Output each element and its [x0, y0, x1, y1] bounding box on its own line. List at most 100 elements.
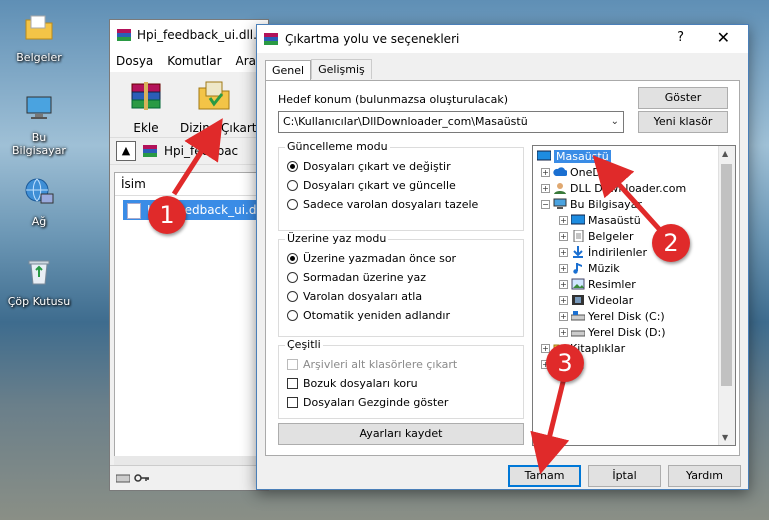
- radio-button[interactable]: [287, 272, 298, 283]
- winrar-titlebar[interactable]: Hpi_feedback_ui.dll...: [110, 20, 268, 50]
- winrar-toolbar: Ekle Dizine Çıkart: [110, 72, 268, 138]
- option-label: Bozuk dosyaları koru: [303, 377, 418, 390]
- drive-status-icon: [116, 474, 130, 483]
- menu-item-komutlar[interactable]: Komutlar: [167, 54, 221, 68]
- scrollbar-thumb[interactable]: [721, 164, 732, 386]
- radio-freshen-existing[interactable]: Sadece varolan dosyaları tazele: [287, 198, 478, 211]
- general-panel: Hedef konum (bulunmazsa oluşturulacak) C…: [265, 80, 740, 456]
- tree-item-drive-c[interactable]: + Yerel Disk (C:): [559, 308, 665, 324]
- add-button[interactable]: Ekle: [118, 76, 174, 135]
- help-button[interactable]: Yardım: [668, 465, 741, 487]
- tree-item-drive-d[interactable]: + Yerel Disk (D:): [559, 324, 666, 340]
- dialog-titlebar[interactable]: Çıkartma yolu ve seçenekleri ? ✕: [257, 25, 748, 53]
- cancel-button[interactable]: İptal: [588, 465, 661, 487]
- expand-icon[interactable]: +: [559, 215, 568, 225]
- radio-button[interactable]: [287, 180, 298, 191]
- documents-icon: [573, 230, 584, 242]
- menu-item-dosya[interactable]: Dosya: [116, 54, 153, 68]
- tree-item-videos[interactable]: + Videolar: [559, 292, 633, 308]
- radio-button[interactable]: [287, 253, 298, 264]
- ok-button[interactable]: Tamam: [508, 465, 581, 487]
- chevron-down-icon[interactable]: ⌄: [611, 112, 619, 132]
- radio-rename-automatically[interactable]: Otomatik yeniden adlandır: [287, 309, 450, 322]
- tab-gelismis[interactable]: Gelişmiş: [311, 59, 372, 79]
- radio-button[interactable]: [287, 161, 298, 172]
- download-icon: [573, 246, 583, 258]
- checkbox[interactable]: [287, 378, 298, 389]
- archive-small-icon: [143, 145, 157, 157]
- recycle-bin-icon: [28, 260, 50, 285]
- tree-item-pictures[interactable]: + Resimler: [559, 276, 636, 292]
- destination-value: C:\Kullanıcılar\DllDownloader_com\Masaüs…: [283, 115, 528, 128]
- pictures-icon: [571, 278, 585, 290]
- expand-icon[interactable]: +: [559, 247, 568, 257]
- expand-icon[interactable]: +: [559, 295, 568, 305]
- tree-item-desktop-sub[interactable]: + Masaüstü: [559, 212, 641, 228]
- extract-to-button[interactable]: Dizine Çıkart: [180, 76, 256, 135]
- option-label: Üzerine yazmadan önce sor: [303, 252, 457, 265]
- desktop-icon-bu-bilgisayar[interactable]: Bu Bilgisayar: [6, 92, 72, 157]
- option-label: Sormadan üzerine yaz: [303, 271, 427, 284]
- radio-overwrite-without-prompt[interactable]: Sormadan üzerine yaz: [287, 271, 426, 284]
- option-label: Arşivleri alt klasörlere çıkart: [303, 358, 458, 371]
- checkbox[interactable]: [287, 397, 298, 408]
- winrar-path[interactable]: Hpi_feedbac: [164, 144, 238, 158]
- tree-item-onedrive[interactable]: + OneDrive: [541, 164, 622, 180]
- dialog-title: Çıkartma yolu ve seçenekleri: [285, 32, 460, 46]
- destination-label: Hedef konum (bulunmazsa oluşturulacak): [278, 93, 508, 106]
- desktop-icon-ag[interactable]: Ağ: [6, 176, 72, 228]
- column-header-name[interactable]: İsim: [115, 173, 263, 196]
- expand-icon[interactable]: +: [559, 263, 568, 273]
- expand-icon[interactable]: +: [559, 231, 568, 241]
- tree-scrollbar[interactable]: ▲ ▼: [718, 146, 735, 445]
- expand-icon[interactable]: +: [541, 183, 550, 193]
- close-icon[interactable]: ✕: [717, 28, 730, 47]
- desktop-icon-cop-kutusu[interactable]: Çöp Kutusu: [6, 256, 72, 308]
- up-folder-button[interactable]: ▲: [116, 141, 136, 161]
- expand-icon[interactable]: +: [559, 327, 568, 337]
- option-label: Dosyaları Gezginde göster: [303, 396, 449, 409]
- option-label: Dosyaları çıkart ve güncelle: [303, 179, 456, 192]
- collapse-icon[interactable]: −: [541, 199, 550, 209]
- scroll-up-icon[interactable]: ▲: [722, 149, 728, 158]
- file-list[interactable]: İsim Hpi_feedback_ui.dll: [114, 172, 264, 462]
- option-label: Sadece varolan dosyaları tazele: [303, 198, 479, 211]
- destination-combobox[interactable]: C:\Kullanıcılar\DllDownloader_com\Masaüs…: [278, 111, 624, 133]
- key-icon: [134, 474, 149, 482]
- radio-extract-replace[interactable]: Dosyaları çıkart ve değiştir: [287, 160, 451, 173]
- checkbox-show-in-explorer[interactable]: Dosyaları Gezginde göster: [287, 396, 448, 409]
- update-mode-group: Güncelleme modu Dosyaları çıkart ve deği…: [278, 140, 524, 231]
- radio-button[interactable]: [287, 310, 298, 321]
- desktop-icon-belgeler[interactable]: Belgeler: [6, 12, 72, 64]
- expand-icon[interactable]: +: [541, 167, 550, 177]
- tree-item-music[interactable]: + Müzik: [559, 260, 620, 276]
- checkbox-keep-broken[interactable]: Bozuk dosyaları koru: [287, 377, 418, 390]
- misc-group: Çeşitli Arşivleri alt klasörlere çıkart …: [278, 338, 524, 419]
- expand-icon[interactable]: +: [559, 279, 568, 289]
- radio-button[interactable]: [287, 291, 298, 302]
- tree-item-this-pc[interactable]: − Bu Bilgisayar: [541, 196, 642, 212]
- tab-genel[interactable]: Genel: [265, 60, 312, 80]
- tree-item-user[interactable]: + DLL Downloader.com: [541, 180, 686, 196]
- computer-icon: [553, 198, 567, 209]
- show-button[interactable]: Göster: [638, 87, 728, 109]
- overwrite-mode-group: Üzerine yaz modu Üzerine yazmadan önce s…: [278, 232, 524, 337]
- radio-ask-before-overwrite[interactable]: Üzerine yazmadan önce sor: [287, 252, 456, 265]
- save-settings-button[interactable]: Ayarları kaydet: [278, 423, 524, 445]
- winrar-pathbar: ▲ Hpi_feedbac: [110, 138, 268, 165]
- desktop-icon: [571, 214, 585, 225]
- tree-item-desktop[interactable]: Masaüstü: [537, 148, 611, 164]
- folder-tree[interactable]: Masaüstü + OneDrive + DLL Downloader.com…: [532, 145, 736, 446]
- help-icon[interactable]: ?: [677, 30, 684, 45]
- radio-button[interactable]: [287, 199, 298, 210]
- radio-extract-update[interactable]: Dosyaları çıkart ve güncelle: [287, 179, 456, 192]
- dll-file-icon: [127, 203, 141, 219]
- new-folder-button[interactable]: Yeni klasör: [638, 111, 728, 133]
- radio-skip-existing[interactable]: Varolan dosyaları atla: [287, 290, 422, 303]
- file-row[interactable]: Hpi_feedback_ui.dll: [123, 200, 263, 220]
- tree-item-downloads[interactable]: + İndirilenler: [559, 244, 647, 260]
- expand-icon[interactable]: +: [559, 311, 568, 321]
- update-mode-title: Güncelleme modu: [285, 140, 390, 153]
- scroll-down-icon[interactable]: ▼: [722, 433, 728, 442]
- tree-item-documents[interactable]: + Belgeler: [559, 228, 633, 244]
